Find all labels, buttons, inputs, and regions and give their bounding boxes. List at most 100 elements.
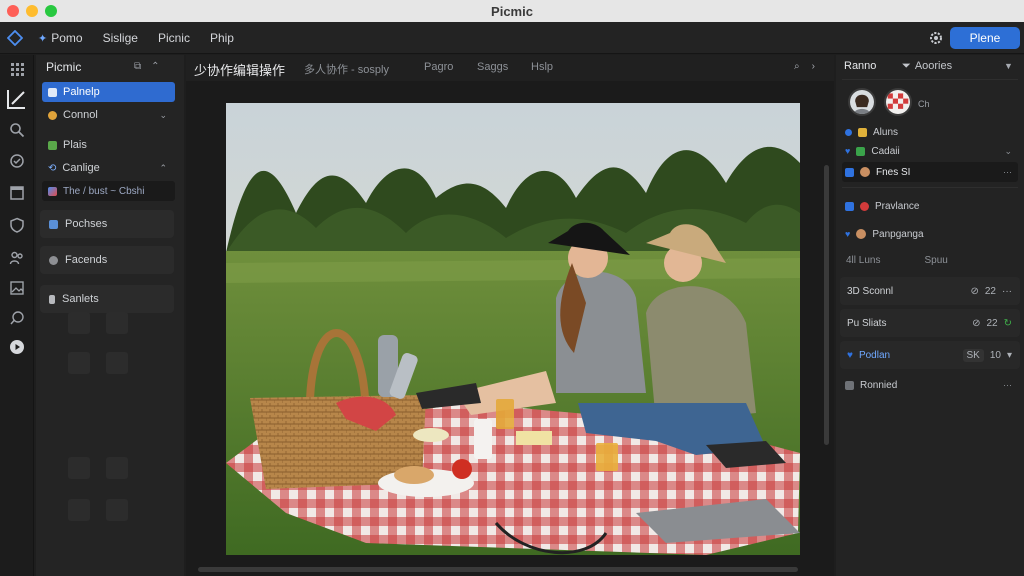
horizontal-scrollbar[interactable] <box>198 567 798 572</box>
property-row-pravlance[interactable]: Pravlance <box>842 196 1018 216</box>
property-row-aluns[interactable]: Aluns <box>842 122 1018 142</box>
chevron-down-icon[interactable]: ⌄ <box>1004 146 1012 157</box>
gear-icon[interactable] <box>928 30 944 46</box>
badge-icon[interactable] <box>9 153 25 169</box>
menu-bar: ✦ Pomo Sislige Picnic Phip Plene <box>0 22 1024 54</box>
shield-icon[interactable] <box>9 217 25 233</box>
users-icon[interactable] <box>9 250 25 266</box>
layer-item-plais[interactable]: Plais <box>42 135 175 155</box>
placeholder-tile <box>106 499 128 521</box>
placeholder-tile <box>68 457 90 479</box>
tab-ranno[interactable]: Ranno <box>844 60 876 72</box>
chevron-down-icon[interactable]: ▾ <box>1007 350 1012 361</box>
panel-header-actions: ⧉ ⌃ <box>134 61 160 72</box>
property-row-ronnied[interactable]: Ronnied ··· <box>842 375 1018 395</box>
search-icon[interactable] <box>9 122 25 138</box>
card-podlan[interactable]: ♥ Podlan SK 10 ▾ <box>840 341 1020 369</box>
window-title: Picmic <box>491 4 533 19</box>
app-logo-icon[interactable] <box>7 30 23 46</box>
tab-active[interactable]: 少协作编辑操作 <box>194 60 285 79</box>
pen-tool-icon[interactable] <box>4 87 28 111</box>
chevron-down-icon[interactable]: ⌄ <box>159 110 167 121</box>
avatar[interactable] <box>848 88 876 116</box>
layer-item-path[interactable]: The / bust ~ Cbshi <box>42 181 175 201</box>
property-row-cadaii[interactable]: ♥ Cadaii ⌄ <box>842 141 1018 161</box>
filter-icon: ⏷ <box>902 60 911 72</box>
property-row-fnes[interactable]: Fnes SI ··· <box>842 162 1018 182</box>
more-icon[interactable]: ··· <box>1003 167 1012 177</box>
divider <box>842 187 1018 188</box>
panel-title: Picmic <box>46 60 82 74</box>
layer-thumb-icon <box>48 140 57 150</box>
primary-action-button[interactable]: Plene <box>950 27 1020 49</box>
placeholder-tile <box>106 312 128 334</box>
grid-icon[interactable] <box>9 61 25 77</box>
frame-icon[interactable] <box>9 185 25 201</box>
layer-item-palnelp[interactable]: Palnelp <box>42 82 175 102</box>
vertical-scrollbar[interactable] <box>824 165 829 445</box>
placeholder-tile <box>68 352 90 374</box>
chevron-up-icon[interactable]: ⌃ <box>151 61 159 72</box>
link-icon: ⟲ <box>48 162 57 174</box>
card-3d-sconnl[interactable]: 3D Sconnl ⊘ 22 ··· <box>840 277 1020 305</box>
folder-icon <box>49 219 58 229</box>
tab-saggs[interactable]: Saggs <box>477 61 508 73</box>
main-menu: ✦ Pomo Sislige Picnic Phip <box>38 31 234 45</box>
link-icon: ⊘ <box>970 285 979 297</box>
menu-item-pomo[interactable]: ✦ Pomo <box>38 31 83 45</box>
heart-icon: ♥ <box>845 229 851 239</box>
property-row-panpganga[interactable]: ♥ Panpganga <box>842 224 1018 244</box>
avatar[interactable] <box>884 88 912 116</box>
folder-icon <box>856 146 866 156</box>
checkbox-icon[interactable] <box>845 201 854 211</box>
canvas-tools: ⌕ › <box>794 61 815 72</box>
chevron-right-icon[interactable]: › <box>812 61 815 72</box>
menu-item-phip[interactable]: Phip <box>210 31 234 45</box>
group-item-facends[interactable]: Facends <box>40 246 174 274</box>
zoom-icon[interactable]: ⌕ <box>794 61 800 72</box>
layer-thumb-icon <box>48 110 57 120</box>
tab-hslp[interactable]: Hslp <box>531 61 553 73</box>
refresh-icon[interactable]: ↻ <box>1004 318 1012 329</box>
title-bar: Picmic <box>0 0 1024 22</box>
chevron-down-icon[interactable]: ▼ <box>1004 61 1013 71</box>
checkbox-icon[interactable] <box>845 167 854 177</box>
heart-icon: ♥ <box>845 146 851 156</box>
play-icon[interactable] <box>9 339 25 355</box>
menu-item-picnic[interactable]: Picnic <box>158 31 190 45</box>
status-dot-icon <box>845 128 852 136</box>
layer-item-canlige[interactable]: ⟲ Canlige ⌃ <box>42 158 175 178</box>
properties-panel: Ranno ⏷ Aoories ▼ Ch Aluns ♥ Cadaii ⌄ Fne… <box>836 55 1024 576</box>
size-box[interactable]: SK <box>962 348 984 362</box>
chevron-up-icon[interactable]: ⌃ <box>159 163 167 174</box>
more-icon[interactable]: ··· <box>1003 380 1012 390</box>
avatar <box>860 201 869 211</box>
tab-pagro[interactable]: Pagro <box>424 61 453 73</box>
column-captions: 4ll Luns Spuu <box>846 255 948 266</box>
placeholder-tile <box>106 352 128 374</box>
group-item-sanlets[interactable]: Sanlets <box>40 285 174 313</box>
sparkle-icon: ✦ <box>38 32 48 45</box>
placeholder-tile <box>68 312 90 334</box>
avatar <box>860 167 870 177</box>
canvas-photo[interactable] <box>226 103 800 555</box>
layer-thumb-icon <box>48 87 57 97</box>
placeholder-tile <box>106 457 128 479</box>
more-icon[interactable]: ··· <box>1002 286 1012 297</box>
grid-icon <box>845 380 854 390</box>
copy-icon[interactable]: ⧉ <box>134 61 141 72</box>
menu-item-sislige[interactable]: Sislige <box>103 31 138 45</box>
link-icon: ⊘ <box>972 317 981 329</box>
comment-icon[interactable] <box>9 310 25 326</box>
image-icon[interactable] <box>9 280 25 296</box>
canvas-area: 少协作编辑操作 多人协作 - sosply Pagro Saggs Hslp ⌕… <box>186 55 834 576</box>
avatar-count: Ch <box>918 99 930 109</box>
layer-item-connol[interactable]: Connol ⌄ <box>42 105 175 125</box>
tab-secondary[interactable]: 多人协作 - sosply <box>304 61 389 77</box>
circle-icon <box>49 255 58 265</box>
layers-panel: Picmic ⧉ ⌃ Palnelp Connol ⌄ Plais ⟲ Canl… <box>36 55 184 576</box>
card-pu-sliats[interactable]: Pu Sliats ⊘ 22 ↻ <box>840 309 1020 337</box>
tab-aoories[interactable]: ⏷ Aoories <box>902 60 956 73</box>
group-item-pochses[interactable]: Pochses <box>40 210 174 238</box>
avatar <box>856 229 867 239</box>
